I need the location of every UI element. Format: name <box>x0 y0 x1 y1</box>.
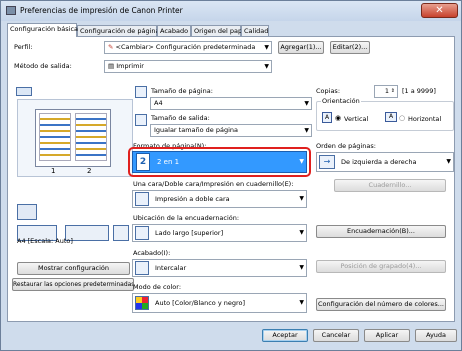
apply-button[interactable]: Aplicar <box>364 329 410 342</box>
printer-device-icon <box>17 204 37 220</box>
finishing-select[interactable]: Intercalar ▼ <box>132 259 307 277</box>
duplex-icon <box>135 192 149 206</box>
output-size-value: Igualar tamaño de página <box>154 126 239 134</box>
chevron-down-icon: ▼ <box>299 264 304 271</box>
pencil-icon: ✎ <box>108 43 116 51</box>
print-style-value: Impresión a doble cara <box>155 195 230 203</box>
binding-location-select[interactable]: Lado largo [superior] ▼ <box>132 224 307 242</box>
color-mode-label: Modo de color: <box>133 283 182 291</box>
page-order-value: De izquierda a derecha <box>341 158 417 166</box>
ok-button[interactable]: Aceptar <box>262 329 308 342</box>
page-order-label: Orden de páginas: <box>316 142 376 150</box>
portrait-label: Vertical <box>344 115 369 123</box>
chevron-down-icon: ▼ <box>299 158 304 165</box>
copies-input[interactable]: 1 ⇕ <box>374 85 398 98</box>
view-toggle-icon[interactable] <box>16 87 32 96</box>
landscape-label: Horizontal <box>408 115 442 123</box>
restore-defaults-button[interactable]: Restaurar las opciones predeterminadas <box>12 278 134 291</box>
page-size-icon <box>135 86 147 98</box>
add-profile-button[interactable]: Agregar(1)... <box>278 41 324 54</box>
chevron-down-icon: ▼ <box>299 299 304 306</box>
edit-profile-button[interactable]: Editar(2)... <box>330 41 370 54</box>
preview-page-number-2: 2 <box>87 167 92 175</box>
output-method-select[interactable]: ▤ Imprimir ▼ <box>104 60 272 73</box>
finishing-value: Intercalar <box>155 264 187 272</box>
printer-preferences-window: Preferencias de impresión de Canon Print… <box>0 0 462 351</box>
color-mode-select[interactable]: Auto [Color/Blanco y negro] ▼ <box>132 293 307 313</box>
spinner-icon[interactable]: ⇕ <box>391 86 395 97</box>
copies-value: 1 <box>384 87 389 95</box>
page-format-value: 2 en 1 <box>157 158 180 166</box>
landscape-radio[interactable]: ○ <box>399 114 405 122</box>
preview-page-2 <box>75 113 107 161</box>
preview-scale-text: A4 [Escala: Auto] <box>17 237 73 245</box>
portrait-radio[interactable]: ◉ <box>335 114 341 122</box>
chevron-down-icon: ▼ <box>304 127 309 134</box>
preview-page-1 <box>39 113 71 161</box>
arrow-right-icon: → <box>319 155 335 169</box>
profile-label: Perfil: <box>14 43 33 51</box>
page-format-select[interactable]: 2 en 1 ▼ <box>132 151 307 173</box>
color-mode-value: Auto [Color/Blanco y negro] <box>155 299 246 307</box>
print-icon: ▤ <box>108 62 117 70</box>
orientation-label: Orientación <box>321 97 361 105</box>
page-size-select[interactable]: A4 ▼ <box>150 97 312 110</box>
tab-basic-settings[interactable]: Configuración básica <box>7 23 78 37</box>
binding-location-label: Ubicación de la encuadernación: <box>133 214 240 222</box>
print-style-select[interactable]: Impresión a doble cara ▼ <box>132 190 307 208</box>
page-size-label: Tamaño de página: <box>151 87 213 95</box>
output-tray-icon[interactable] <box>113 225 129 241</box>
profile-select[interactable]: ✎ <Cambiar> Configuración predeterminada… <box>104 41 272 54</box>
show-settings-button[interactable]: Mostrar configuración <box>17 262 130 275</box>
n-up-icon: 2 <box>136 153 150 171</box>
print-style-label: Una cara/Doble cara/Impresión en cuadern… <box>133 180 294 188</box>
chevron-down-icon: ▼ <box>299 195 304 202</box>
staple-position-button[interactable]: Posición de grapado(4)... <box>316 260 446 273</box>
copies-range: [1 a 9999] <box>402 87 436 95</box>
title-bar[interactable]: Preferencias de impresión de Canon Print… <box>1 1 461 21</box>
window-title: Preferencias de impresión de Canon Print… <box>20 6 183 15</box>
output-size-select[interactable]: Igualar tamaño de página ▼ <box>150 124 312 137</box>
chevron-down-icon: ▼ <box>304 100 309 107</box>
page-order-select[interactable]: De izquierda a derecha ▼ <box>316 152 454 172</box>
binding-button[interactable]: Encuadernación(B)... <box>316 225 446 238</box>
chevron-down-icon: ▼ <box>299 229 304 236</box>
output-size-icon <box>135 114 147 126</box>
tab-panel: Perfil: ✎ <Cambiar> Configuración predet… <box>7 36 455 322</box>
copies-label: Copias: <box>316 87 341 95</box>
binding-location-value: Lado largo [superior] <box>155 229 224 237</box>
close-button[interactable]: ✕ <box>421 3 458 18</box>
booklet-button[interactable]: Cuadernillo... <box>334 179 446 192</box>
page-preview: 1 2 <box>17 99 133 244</box>
color-mode-icon <box>135 296 149 310</box>
cancel-button[interactable]: Cancelar <box>313 329 359 342</box>
page-size-value: A4 <box>154 99 163 107</box>
finishing-label: Acabado(I): <box>133 249 171 257</box>
portrait-icon: A <box>322 112 332 123</box>
printer-icon <box>6 6 16 15</box>
chevron-down-icon: ▼ <box>264 63 269 70</box>
preview-page-number-1: 1 <box>51 167 56 175</box>
chevron-down-icon: ▼ <box>264 44 269 51</box>
profile-value: <Cambiar> Configuración predeterminada <box>115 43 256 51</box>
output-method-value: Imprimir <box>116 62 144 70</box>
landscape-icon: A <box>385 112 397 122</box>
color-count-button[interactable]: Configuración del número de colores... <box>316 298 446 311</box>
output-size-label: Tamaño de salida: <box>151 114 210 122</box>
chevron-down-icon: ▼ <box>446 158 451 165</box>
output-method-label: Método de salida: <box>14 62 72 70</box>
help-button[interactable]: Ayuda <box>415 329 457 342</box>
collate-icon <box>135 261 149 275</box>
binding-icon <box>135 226 149 240</box>
